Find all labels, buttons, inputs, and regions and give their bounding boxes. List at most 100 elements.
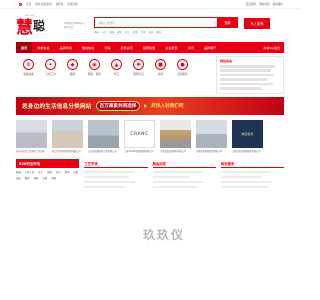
nav-item[interactable]: 企业黄页: [160, 42, 182, 53]
top-link-home[interactable]: 首页: [26, 2, 31, 6]
nav-item[interactable]: 品牌商城: [55, 42, 77, 53]
bottom-columns: B2B行业市场 机械 五金工具 化工 服装 电子 照明 纺织 安防 家居 建材 包装 印刷 工艺市场 …: [16, 159, 284, 190]
search-input[interactable]: 请输入关键词: [94, 17, 217, 28]
wrench-icon: ✦: [45, 59, 56, 70]
news-line[interactable]: [220, 78, 267, 81]
company-image[interactable]: [52, 120, 83, 149]
category-item[interactable]: ✺ 照明灯具: [129, 59, 148, 76]
company-caption[interactable]: 昆山市某某物流仓储有限公司: [52, 150, 83, 153]
hotword[interactable]: 照明: [133, 30, 138, 34]
member-service-link[interactable]: 会员服务: [246, 2, 256, 6]
b2b-link[interactable]: 包装: [42, 176, 47, 180]
nav-item[interactable]: 供求信息: [32, 42, 54, 53]
category-item[interactable]: ◉ 服饰、配饰: [85, 59, 104, 76]
list-item[interactable]: [152, 170, 204, 174]
column-title[interactable]: 展会动态: [153, 161, 167, 166]
company-image[interactable]: [196, 120, 227, 149]
list-item[interactable]: [84, 175, 129, 179]
b2b-link[interactable]: 化工: [38, 170, 43, 174]
top-bar-left: 首页 您好,欢迎来到 请登录 免费注册: [19, 2, 78, 6]
nav-item[interactable]: 商务资讯: [116, 42, 138, 53]
company-card[interactable]: 精密模具 江阴市某某精密模具有限公司: [232, 120, 263, 153]
company-caption[interactable]: 宁波某某装饰材料有限公司: [160, 150, 191, 153]
list-item[interactable]: [220, 175, 263, 179]
category-item[interactable]: ✦ 五金工具: [41, 59, 60, 76]
company-caption[interactable]: 上海CRANC起重机械有限公司: [124, 150, 155, 153]
company-card[interactable]: 昆山市某某物流仓储有限公司: [52, 120, 83, 153]
category-item[interactable]: ● 商务服务: [173, 59, 192, 76]
nav-item[interactable]: 品牌展厅: [199, 42, 221, 53]
news-line[interactable]: [220, 82, 273, 86]
logo-mark: 慧: [16, 18, 33, 38]
list-item[interactable]: [152, 175, 191, 179]
company-image[interactable]: CRANC: [124, 120, 155, 149]
b2b-link[interactable]: 印刷: [51, 176, 56, 180]
hotword[interactable]: 家居: [156, 30, 161, 34]
list-item[interactable]: [220, 170, 272, 174]
category-item[interactable]: ■ 家居: [151, 59, 170, 76]
company-caption[interactable]: 江阴市某某精密模具有限公司: [232, 150, 263, 153]
nav-item[interactable]: 招商加盟: [138, 42, 160, 53]
company-image[interactable]: 精密模具: [232, 120, 263, 149]
column-title[interactable]: 工艺市场: [84, 161, 98, 166]
company-image[interactable]: [160, 120, 191, 149]
hotword[interactable]: 灯具: [141, 30, 146, 34]
nav-item[interactable]: 展会信息: [77, 42, 99, 53]
site-nav-link[interactable]: 网站导航: [259, 2, 269, 6]
category-label: 五金工具: [45, 73, 56, 76]
b2b-link[interactable]: 五金工具: [25, 170, 35, 174]
company-card[interactable]: 无锡某某机械制造有限公司: [196, 120, 227, 153]
hotword[interactable]: 五金: [102, 30, 107, 34]
hotword[interactable]: 服装: [110, 30, 115, 34]
list-item[interactable]: [84, 185, 126, 189]
promo-banner[interactable]: 您身边的生活信息分类网站 百万商家共同选择 赶快入驻我们吧: [16, 97, 284, 116]
company-card[interactable]: CRANC 上海CRANC起重机械有限公司: [124, 120, 155, 153]
login-link[interactable]: 请登录: [56, 2, 64, 6]
list-item[interactable]: [220, 185, 268, 189]
search-button[interactable]: 搜索: [217, 17, 238, 28]
nav-item-home[interactable]: 首页: [16, 42, 33, 53]
b2b-link[interactable]: 服装: [47, 170, 52, 174]
company-caption[interactable]: 苏州市某某工业园区厂房出租: [16, 150, 47, 153]
b2b-link[interactable]: 建材: [34, 176, 39, 180]
b2b-link[interactable]: 电子: [56, 170, 61, 174]
hotword[interactable]: 安防: [148, 30, 153, 34]
company-caption[interactable]: 无锡某某机械制造有限公司: [196, 150, 227, 153]
b2b-link[interactable]: 家居: [25, 176, 30, 180]
news-line[interactable]: [220, 65, 276, 68]
b2b-link[interactable]: 机械: [16, 170, 21, 174]
category-item[interactable]: ◆ 服装: [63, 59, 82, 76]
list-item[interactable]: [84, 170, 135, 174]
column-title[interactable]: B2B行业市场: [19, 161, 40, 166]
b2b-link[interactable]: 照明: [65, 170, 70, 174]
home-icon[interactable]: [19, 2, 22, 6]
vip-link[interactable]: 商城Vip会员: [263, 46, 284, 50]
hotword[interactable]: 机械: [94, 30, 99, 34]
news-line[interactable]: [220, 69, 271, 72]
company-card[interactable]: 江苏某某钢结构工程有限公司: [88, 120, 119, 153]
register-link[interactable]: 免费注册: [67, 2, 77, 6]
company-caption[interactable]: 江苏某某钢结构工程有限公司: [88, 150, 119, 153]
hotword[interactable]: 化工: [125, 30, 130, 34]
nav-item[interactable]: 资讯: [183, 42, 199, 53]
column-title[interactable]: 商务服务: [221, 161, 235, 166]
news-line[interactable]: [220, 86, 262, 90]
b2b-link[interactable]: 安防: [16, 176, 21, 180]
company-card[interactable]: 苏州市某某工业园区厂房出租: [16, 120, 47, 153]
free-post-button[interactable]: 马上发布: [244, 18, 270, 29]
site-logo[interactable]: HUICONG 慧 聪: [16, 15, 62, 39]
list-item[interactable]: [220, 180, 272, 184]
b2b-link[interactable]: 纺织: [73, 170, 78, 174]
company-card[interactable]: 宁波某某装饰材料有限公司: [160, 120, 191, 153]
company-image[interactable]: [88, 120, 119, 149]
category-item[interactable]: ⚙ 机械设备: [19, 59, 38, 76]
hotword[interactable]: 家纺: [117, 30, 122, 34]
nav-item[interactable]: 行情: [99, 42, 115, 53]
list-item[interactable]: [84, 180, 135, 184]
list-item[interactable]: [152, 180, 204, 184]
category-item[interactable]: ▲ 化工: [107, 59, 126, 76]
news-line[interactable]: [220, 73, 274, 77]
list-item[interactable]: [152, 185, 199, 189]
company-image[interactable]: [16, 120, 47, 149]
contact-link[interactable]: 联系我们: [273, 2, 283, 6]
